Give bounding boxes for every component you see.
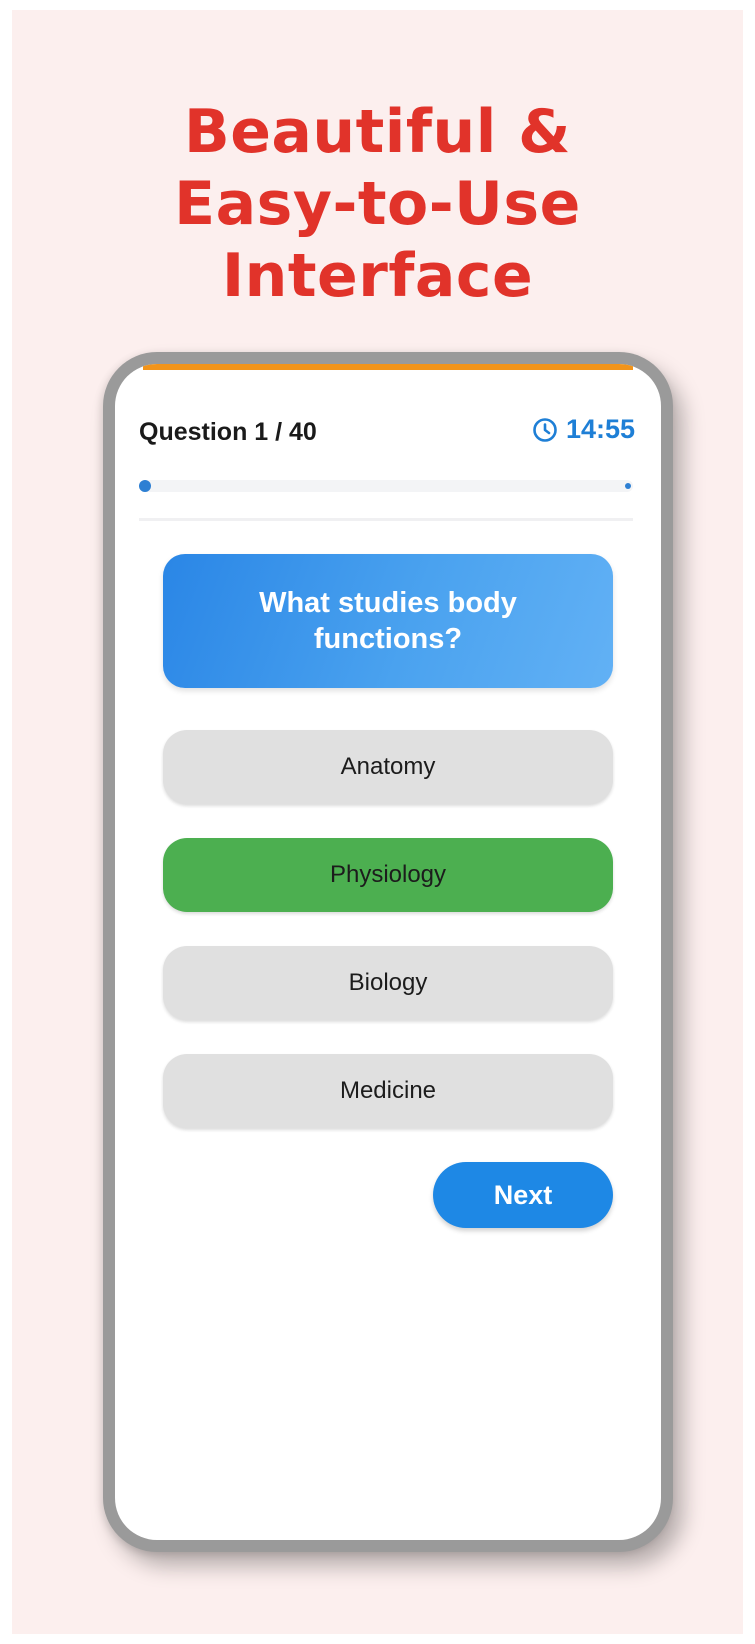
progress-fill xyxy=(139,480,152,492)
headline-line-1: Beautiful & xyxy=(184,97,571,167)
progress-bar xyxy=(139,480,633,492)
question-counter: Question 1 / 40 xyxy=(139,418,317,446)
question-text: What studies body functions? xyxy=(259,587,517,655)
headline-line-3: Interface xyxy=(221,241,534,311)
answer-option-biology[interactable]: Biology xyxy=(163,946,613,1020)
next-button[interactable]: Next xyxy=(433,1162,613,1228)
headline-line-2: Easy-to-Use xyxy=(174,169,581,239)
quiz-timer: 14:55 xyxy=(532,414,635,445)
phone-screen: Question 1 / 40 14:55 What studies body … xyxy=(115,364,661,1540)
answer-option-label: Biology xyxy=(348,969,428,996)
timer-value: 14:55 xyxy=(565,414,635,444)
answer-option-anatomy[interactable]: Anatomy xyxy=(163,730,613,804)
answer-option-label: Anatomy xyxy=(340,753,436,780)
header-divider xyxy=(139,518,633,521)
answer-option-label: Medicine xyxy=(339,1077,437,1104)
phone-frame: Question 1 / 40 14:55 What studies body … xyxy=(103,352,673,1552)
answer-option-medicine[interactable]: Medicine xyxy=(163,1054,613,1128)
top-accent-bar xyxy=(143,364,633,370)
question-card: What studies body functions? xyxy=(163,554,613,688)
answer-option-label: Physiology xyxy=(329,861,447,888)
progress-end-dot xyxy=(625,483,631,489)
promo-headline: Beautiful & Easy-to-Use Interface xyxy=(0,96,755,312)
answer-option-physiology[interactable]: Physiology xyxy=(163,838,613,912)
clock-icon xyxy=(533,417,557,442)
